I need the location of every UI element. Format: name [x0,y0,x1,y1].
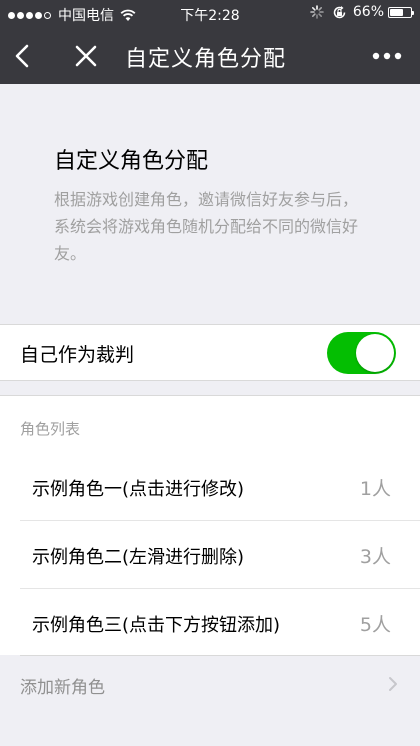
loading-spinner-icon [310,5,324,19]
referee-setting-row: 自己作为裁判 [0,324,420,381]
role-item[interactable]: 示例角色一(点击进行修改) 1人 [0,453,420,519]
referee-label: 自己作为裁判 [20,344,135,366]
close-button[interactable] [70,40,102,72]
back-button[interactable] [10,40,34,72]
toggle-knob [356,334,394,372]
role-name: 示例角色二(左滑进行删除) [32,547,245,568]
orientation-lock-icon [333,5,346,18]
status-bar: 中国电信 下午2:28 66% [0,0,420,28]
chevron-right-icon [389,677,397,691]
close-icon [75,45,97,67]
add-role-button[interactable]: 添加新角色 [0,655,420,711]
intro-title: 自定义角色分配 [54,149,209,174]
referee-toggle[interactable] [327,332,396,374]
more-icon [372,52,402,60]
role-item[interactable]: 示例角色三(点击下方按钮添加) 5人 [0,589,420,655]
status-right: 66% [310,4,414,20]
role-name: 示例角色三(点击下方按钮添加) [32,615,281,636]
role-list: 角色列表 示例角色一(点击进行修改) 1人 示例角色二(左滑进行删除) 3人 示… [0,395,420,655]
role-count: 5人 [359,614,391,636]
page-title: 自定义角色分配 [125,47,287,72]
role-list-header: 角色列表 [20,420,81,438]
more-button[interactable] [370,42,404,70]
back-arrow-icon [15,44,29,68]
role-name: 示例角色一(点击进行修改) [32,479,245,500]
intro-description: 根据游戏创建角色，邀请微信好友参与后，系统会将游戏角色随机分配给不同的微信好友。 [54,190,359,263]
battery-percent: 66% [352,4,384,20]
battery-icon [388,6,414,18]
role-count: 1人 [359,478,391,500]
add-role-label: 添加新角色 [20,678,105,698]
role-count: 3人 [359,546,391,568]
role-item[interactable]: 示例角色二(左滑进行删除) 3人 [0,521,420,587]
navigation-bar: 自定义角色分配 [0,28,420,84]
battery-fill [390,8,404,16]
